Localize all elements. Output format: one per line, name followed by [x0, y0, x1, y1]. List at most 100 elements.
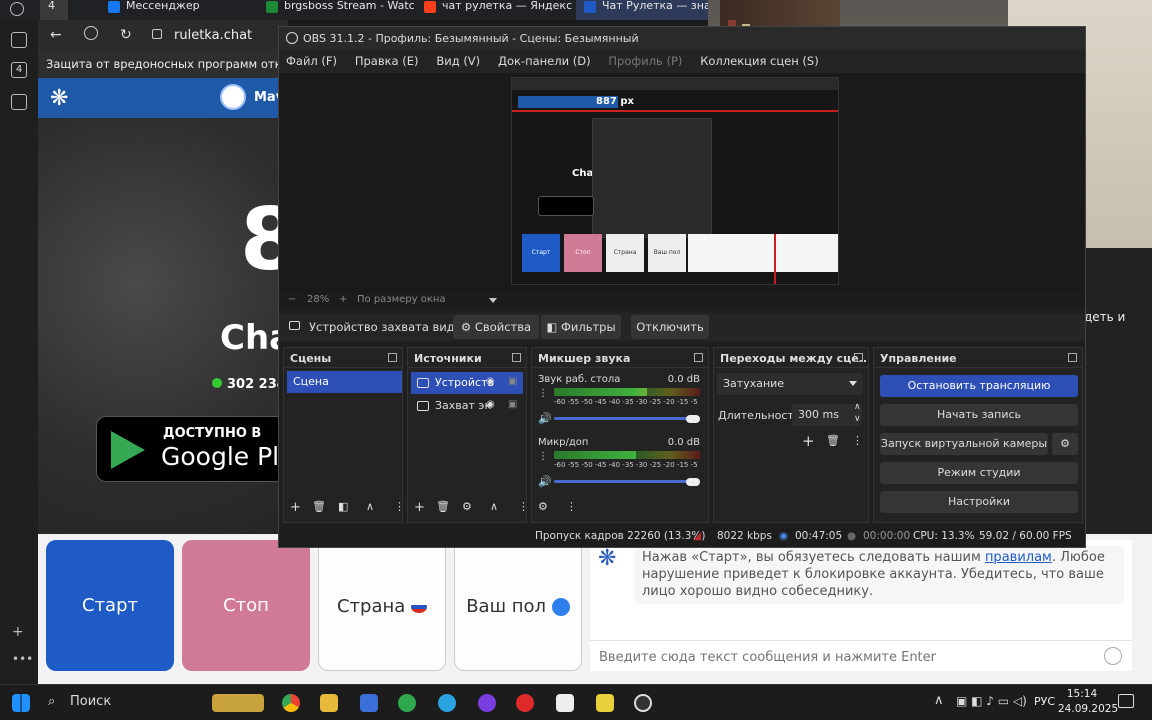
float-icon[interactable] — [512, 353, 521, 362]
source-item-screen-capture[interactable]: Захват эк — [411, 395, 523, 417]
clock[interactable]: 15:14 24.09.2025 — [1058, 685, 1118, 717]
avatar[interactable] — [220, 84, 246, 110]
scene-item[interactable]: Сцена — [287, 371, 402, 393]
back-icon[interactable]: ← — [50, 27, 62, 43]
virtual-camera-button[interactable]: Запуск виртуальной камеры — [880, 433, 1048, 455]
tab-stream[interactable]: brgsboss Stream - Watch — [258, 0, 414, 20]
lock-icon[interactable] — [152, 29, 162, 39]
zoom-out-icon[interactable]: − — [288, 294, 296, 305]
move-up-icon[interactable]: ∧ — [366, 500, 374, 513]
more-icon[interactable]: ⋮ — [538, 451, 548, 462]
zoom-in-icon[interactable]: + — [339, 294, 347, 305]
input-language[interactable]: РУС — [1034, 695, 1055, 708]
tracking-prevention-icon[interactable] — [84, 26, 98, 40]
windows-start-icon[interactable] — [12, 694, 30, 712]
start-recording-button[interactable]: Начать запись — [880, 404, 1078, 426]
taskbar-search[interactable]: Поиск — [70, 694, 111, 709]
advanced-audio-icon[interactable]: ⚙ — [538, 500, 548, 513]
visibility-eye-icon[interactable]: ◉ — [486, 376, 498, 388]
zoom-dropdown-icon[interactable] — [489, 298, 497, 303]
tray-icons[interactable]: ▣ ◧ ♪ ▭ ◁) — [956, 694, 1027, 708]
remove-transition-icon[interactable]: 🗑 — [826, 434, 840, 447]
visibility-eye-icon[interactable]: ◉ — [486, 399, 498, 411]
settings-button[interactable]: Настройки — [880, 491, 1078, 513]
volume-slider-knob[interactable] — [686, 478, 700, 486]
search-icon[interactable]: ⌕ — [48, 694, 55, 709]
menu-scene-collection[interactable]: Коллекция сцен (S) — [693, 49, 825, 73]
zoom-fit[interactable]: По размеру окна — [357, 294, 446, 305]
history-icon[interactable] — [10, 2, 24, 16]
screenshot-icon[interactable] — [11, 94, 27, 110]
remove-source-icon[interactable]: 🗑 — [436, 500, 450, 513]
move-up-icon[interactable]: ∧ — [490, 500, 498, 513]
properties-button[interactable]: ⚙ Свойства — [453, 315, 539, 339]
google-play-badge[interactable]: ДОСТУПНО В Google Pla — [96, 416, 286, 482]
add-transition-icon[interactable]: + — [802, 432, 815, 450]
float-icon[interactable] — [694, 353, 703, 362]
notifications-icon[interactable] — [1118, 694, 1134, 708]
volume-slider[interactable] — [554, 417, 700, 420]
speaker-icon[interactable]: 🔊 — [538, 412, 552, 425]
source-item-capture-device[interactable]: Устройств — [411, 372, 523, 394]
widgets-icon[interactable] — [212, 694, 264, 712]
ruletka-logo-icon[interactable]: ❋ — [50, 86, 68, 111]
menu-file[interactable]: Файл (F) — [279, 49, 344, 73]
virtual-camera-settings-button[interactable]: ⚙ — [1052, 433, 1078, 455]
tab-ruletka[interactable]: Чат Рулетка — знаком — [576, 0, 710, 20]
yandex-browser-icon[interactable] — [516, 694, 534, 712]
stop-button[interactable]: Стоп — [182, 540, 310, 671]
chevron-down-icon[interactable]: ∨ — [854, 414, 861, 424]
notepad-icon[interactable] — [556, 694, 574, 712]
gender-button[interactable]: Ваш пол — [454, 540, 582, 671]
menu-view[interactable]: Вид (V) — [429, 49, 487, 73]
store-icon[interactable] — [360, 694, 378, 712]
scene-filters-icon[interactable]: ◧ — [338, 500, 348, 513]
obs-taskbar-icon[interactable] — [634, 694, 652, 712]
collections-icon[interactable] — [11, 32, 27, 48]
lock-icon[interactable]: ▣ — [508, 399, 520, 411]
url-text[interactable]: ruletka.chat — [174, 28, 252, 43]
telegram-icon[interactable] — [438, 694, 456, 712]
app-icon[interactable] — [596, 694, 614, 712]
tab-counter[interactable]: 4 — [40, 0, 68, 20]
source-properties-icon[interactable]: ⚙ — [462, 500, 472, 513]
disable-button[interactable]: Отключить — [631, 315, 709, 339]
add-scene-icon[interactable]: + — [290, 500, 301, 515]
menu-profile[interactable]: Профиль (P) — [601, 49, 689, 73]
tab-messenger[interactable]: Мессенджер — [100, 0, 256, 20]
start-button[interactable]: Старт — [46, 540, 174, 671]
speaker-icon[interactable]: 🔊 — [538, 475, 552, 488]
discord-icon[interactable] — [478, 694, 496, 712]
add-icon[interactable]: + — [12, 624, 24, 640]
stop-streaming-button[interactable]: Остановить трансляцию — [880, 375, 1078, 397]
duration-spinbox[interactable]: 300 ms — [792, 404, 862, 426]
more-icon[interactable]: ⋮ — [394, 500, 405, 513]
more-icon[interactable]: ••• — [12, 652, 33, 666]
float-icon[interactable] — [854, 353, 863, 362]
float-icon[interactable] — [388, 353, 397, 362]
transition-select[interactable]: Затухание — [717, 373, 863, 395]
more-icon[interactable]: ⋮ — [538, 388, 548, 399]
add-source-icon[interactable]: + — [414, 500, 425, 515]
studio-mode-button[interactable]: Режим студии — [880, 462, 1078, 484]
reload-icon[interactable]: ↻ — [120, 27, 132, 43]
chrome-icon[interactable] — [282, 694, 300, 712]
float-icon[interactable] — [1068, 353, 1077, 362]
rules-link[interactable]: правилам — [985, 550, 1052, 565]
more-icon[interactable]: ⋮ — [566, 500, 577, 513]
tab-yandex[interactable]: чат рулетка — Яндекс: на — [416, 0, 572, 20]
more-icon[interactable]: ⋮ — [518, 500, 529, 513]
obs-preview[interactable]: 887 px Cha Старт Стоп Страна Ваш пол — [279, 73, 1085, 293]
remove-scene-icon[interactable]: 🗑 — [312, 500, 326, 513]
filters-button[interactable]: ◧ Фильтры — [541, 315, 621, 339]
explorer-icon[interactable] — [320, 694, 338, 712]
country-button[interactable]: Страна — [318, 540, 446, 671]
menu-edit[interactable]: Правка (E) — [348, 49, 426, 73]
tab-count-icon[interactable]: 4 — [11, 62, 27, 78]
chevron-up-icon[interactable]: ∧ — [934, 693, 944, 708]
volume-slider[interactable] — [554, 480, 700, 483]
more-icon[interactable]: ⋮ — [852, 434, 863, 447]
emoji-icon[interactable] — [1104, 647, 1122, 665]
menu-docks[interactable]: Док-панели (D) — [491, 49, 598, 73]
chevron-up-icon[interactable]: ∧ — [854, 402, 861, 412]
